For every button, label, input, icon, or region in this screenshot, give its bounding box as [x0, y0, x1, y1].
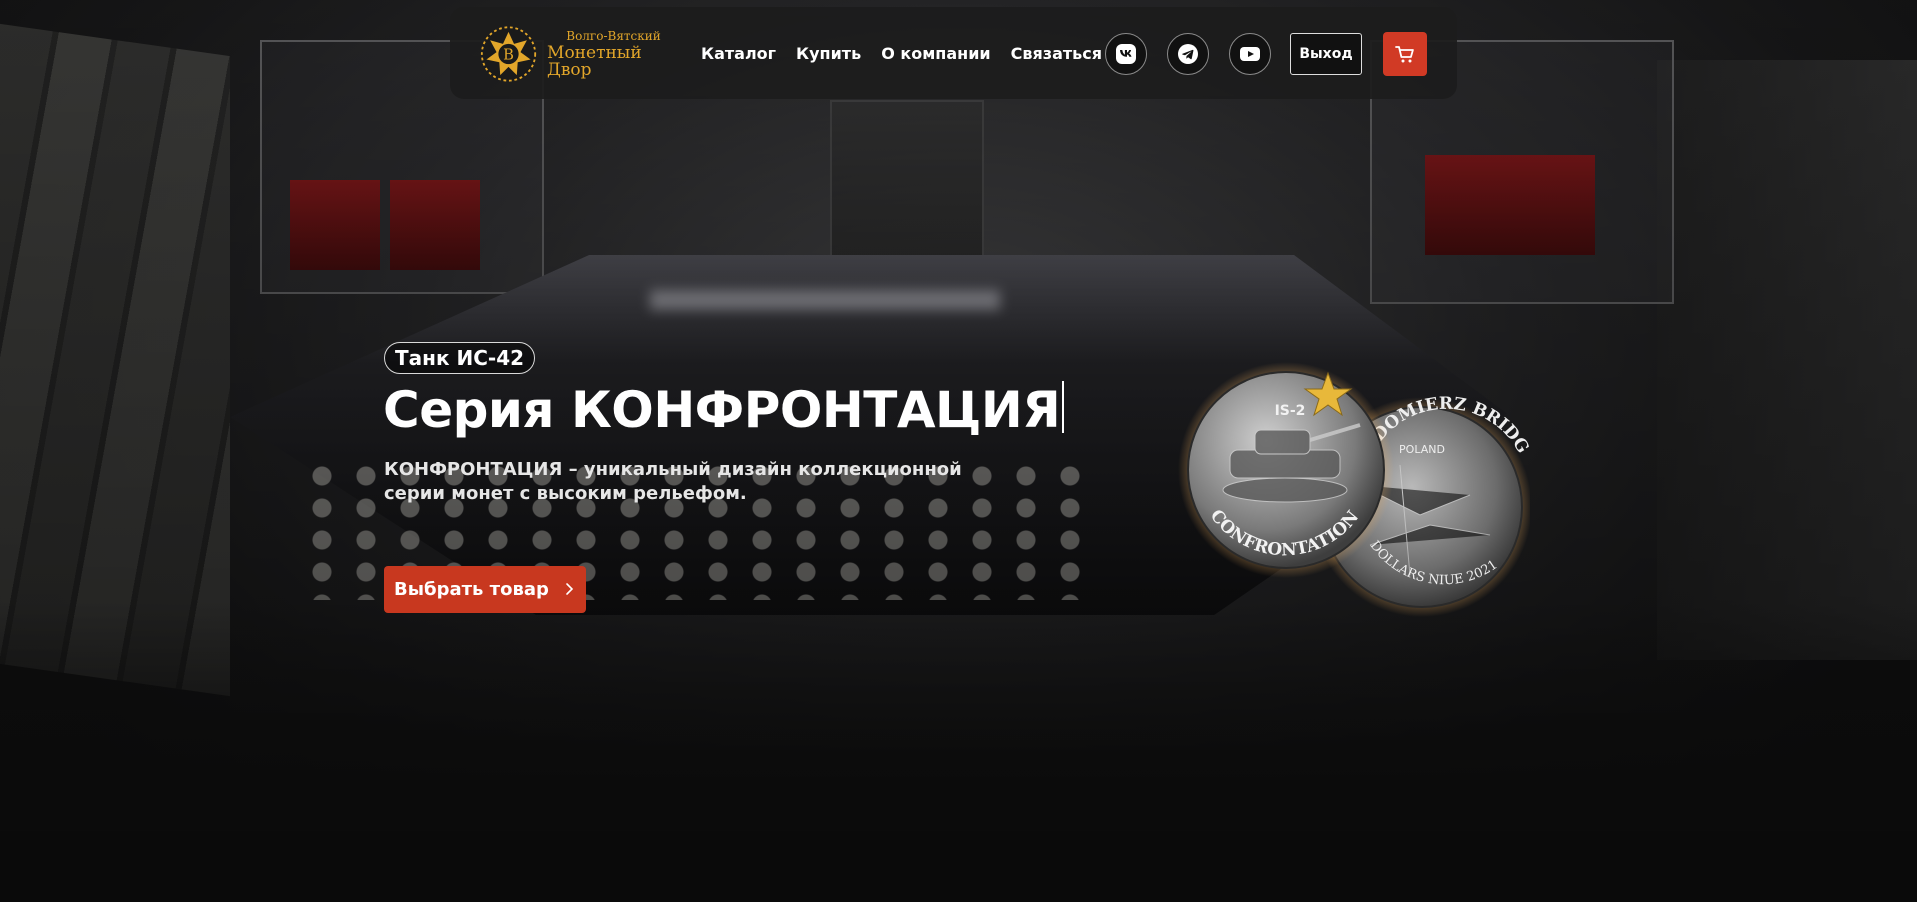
logo-letter: В	[503, 47, 514, 64]
menu-item-contact[interactable]: Связаться	[1011, 44, 1102, 63]
youtube-icon	[1240, 47, 1260, 61]
choose-product-label: Выбрать товар	[394, 579, 549, 600]
coin-reverse-country: POLAND	[1399, 443, 1445, 456]
cart-button[interactable]	[1383, 32, 1427, 76]
cart-icon	[1395, 46, 1414, 63]
header-nav: В Волго-Вятский Монетный Двор Каталог Ку…	[450, 7, 1457, 99]
logo[interactable]: В Волго-Вятский Монетный Двор	[480, 21, 680, 87]
menu-item-buy[interactable]: Купить	[796, 44, 861, 63]
vk-icon	[1116, 44, 1136, 64]
menu-item-about[interactable]: О компании	[881, 44, 990, 63]
choose-product-button[interactable]: Выбрать товар	[384, 566, 586, 613]
telegram-button[interactable]	[1167, 33, 1209, 75]
coin-obverse-top-text: IS-2	[1275, 403, 1306, 419]
background-overlay	[0, 0, 1917, 902]
logo-line2: Монетный Двор	[547, 42, 642, 80]
menu-item-catalog[interactable]: Каталог	[701, 44, 776, 63]
main-menu: Каталог Купить О компании Связаться	[701, 7, 1122, 99]
product-tag: Танк ИС-42	[384, 342, 536, 374]
vk-button[interactable]	[1105, 33, 1147, 75]
logo-line1: Волго-Вятский	[566, 28, 661, 43]
chevron-right-icon	[566, 583, 574, 595]
logo-emblem-icon: В	[480, 26, 537, 82]
hero-description: КОНФРОНТАЦИЯ – уникальный дизайн коллекц…	[384, 459, 962, 504]
youtube-button[interactable]	[1229, 33, 1271, 75]
hero-title-text: Серия КОНФРОНТАЦИЯ	[383, 381, 1061, 439]
telegram-icon	[1178, 44, 1198, 64]
text-caret	[1062, 381, 1065, 433]
hero-title: Серия КОНФРОНТАЦИЯ	[383, 378, 1065, 442]
logout-button[interactable]: Выход	[1290, 33, 1362, 75]
coins-image: SANDOMIERZ BRIDGEHEAD POLAND DOLLARS NIU…	[1160, 345, 1530, 617]
